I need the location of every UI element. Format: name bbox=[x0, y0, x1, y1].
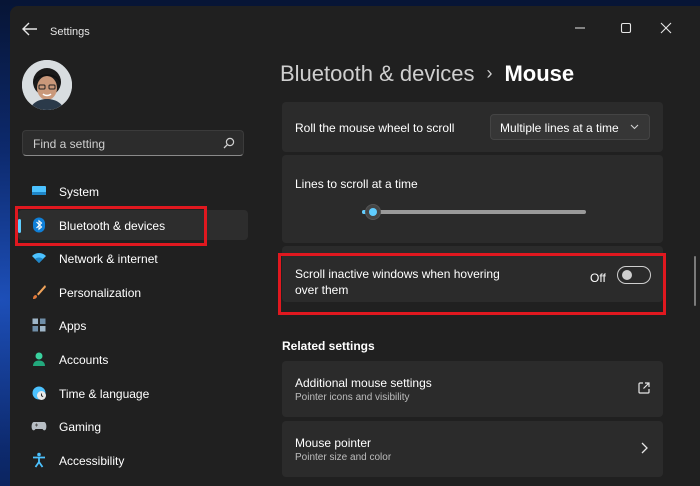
app-title: Settings bbox=[50, 26, 90, 38]
sidebar-item-apps[interactable]: Apps bbox=[18, 310, 248, 340]
sidebar-item-system[interactable]: System bbox=[18, 176, 248, 206]
scrollbar[interactable] bbox=[694, 256, 696, 306]
related-settings-heading: Related settings bbox=[282, 339, 375, 353]
sidebar-item-label: Network & internet bbox=[59, 252, 158, 267]
sidebar-item-label: Gaming bbox=[59, 420, 102, 435]
sidebar-item-label: Apps bbox=[59, 319, 87, 334]
lines-to-scroll-label: Lines to scroll at a time bbox=[295, 177, 418, 191]
sidebar-item-network[interactable]: Network & internet bbox=[18, 243, 248, 273]
brush-icon bbox=[33, 284, 46, 299]
close-icon[interactable] bbox=[651, 18, 681, 38]
related-item-subtitle: Pointer icons and visibility bbox=[295, 392, 410, 403]
roll-wheel-value: Multiple lines at a time bbox=[500, 121, 619, 135]
open-external-icon bbox=[638, 382, 650, 394]
roll-wheel-label: Roll the mouse wheel to scroll bbox=[295, 121, 455, 135]
gamepad-icon bbox=[31, 422, 47, 431]
sidebar-item-label: Accounts bbox=[59, 352, 109, 367]
maximize-icon[interactable] bbox=[611, 18, 641, 38]
sidebar-item-accounts[interactable]: Accounts bbox=[18, 344, 248, 374]
apps-icon bbox=[32, 318, 46, 332]
sidebar-item-time-language[interactable]: Time & language bbox=[18, 378, 248, 408]
sidebar-item-gaming[interactable]: Gaming bbox=[18, 411, 248, 441]
slider-thumb[interactable] bbox=[365, 204, 381, 220]
lines-to-scroll-setting: Lines to scroll at a time bbox=[282, 155, 663, 243]
lines-to-scroll-slider[interactable] bbox=[362, 204, 586, 220]
search-input[interactable]: Find a setting bbox=[22, 130, 244, 156]
wifi-icon bbox=[32, 253, 46, 264]
related-item-subtitle: Pointer size and color bbox=[295, 452, 392, 463]
avatar[interactable] bbox=[22, 60, 72, 110]
sidebar-item-label: Personalization bbox=[59, 285, 142, 300]
chevron-down-icon bbox=[630, 124, 639, 130]
highlight-box-toggle-setting bbox=[278, 253, 666, 315]
roll-wheel-setting: Roll the mouse wheel to scroll Multiple … bbox=[282, 102, 663, 152]
breadcrumb: Bluetooth & devices › Mouse bbox=[280, 61, 574, 87]
sidebar-item-label: System bbox=[59, 185, 100, 199]
monitor-icon bbox=[32, 186, 46, 195]
additional-mouse-settings-link[interactable]: Additional mouse settings Pointer icons … bbox=[282, 361, 663, 417]
sidebar-item-accessibility[interactable]: Accessibility bbox=[18, 445, 248, 475]
page-title: Mouse bbox=[504, 61, 575, 86]
highlight-box-sidebar bbox=[15, 206, 207, 246]
breadcrumb-parent[interactable]: Bluetooth & devices bbox=[280, 61, 474, 86]
roll-wheel-dropdown[interactable]: Multiple lines at a time bbox=[490, 114, 650, 140]
search-icon bbox=[223, 137, 235, 149]
minimize-icon[interactable] bbox=[565, 18, 595, 38]
globe-clock-icon bbox=[32, 386, 46, 400]
breadcrumb-separator: › bbox=[486, 63, 493, 83]
back-arrow-icon[interactable] bbox=[22, 22, 38, 36]
sidebar-item-label: Time & language bbox=[59, 386, 150, 401]
related-item-title: Mouse pointer bbox=[295, 436, 372, 450]
settings-window: Settings Find a setting System Bluetooth… bbox=[10, 6, 700, 486]
person-icon bbox=[33, 352, 45, 366]
title-bar: Settings bbox=[10, 6, 700, 46]
mouse-pointer-link[interactable]: Mouse pointer Pointer size and color bbox=[282, 421, 663, 477]
search-placeholder: Find a setting bbox=[33, 137, 106, 151]
related-item-title: Additional mouse settings bbox=[295, 376, 432, 390]
sidebar-item-personalization[interactable]: Personalization bbox=[18, 277, 248, 307]
accessibility-icon bbox=[33, 452, 45, 468]
sidebar-item-label: Accessibility bbox=[59, 453, 125, 468]
chevron-right-icon bbox=[641, 442, 648, 454]
